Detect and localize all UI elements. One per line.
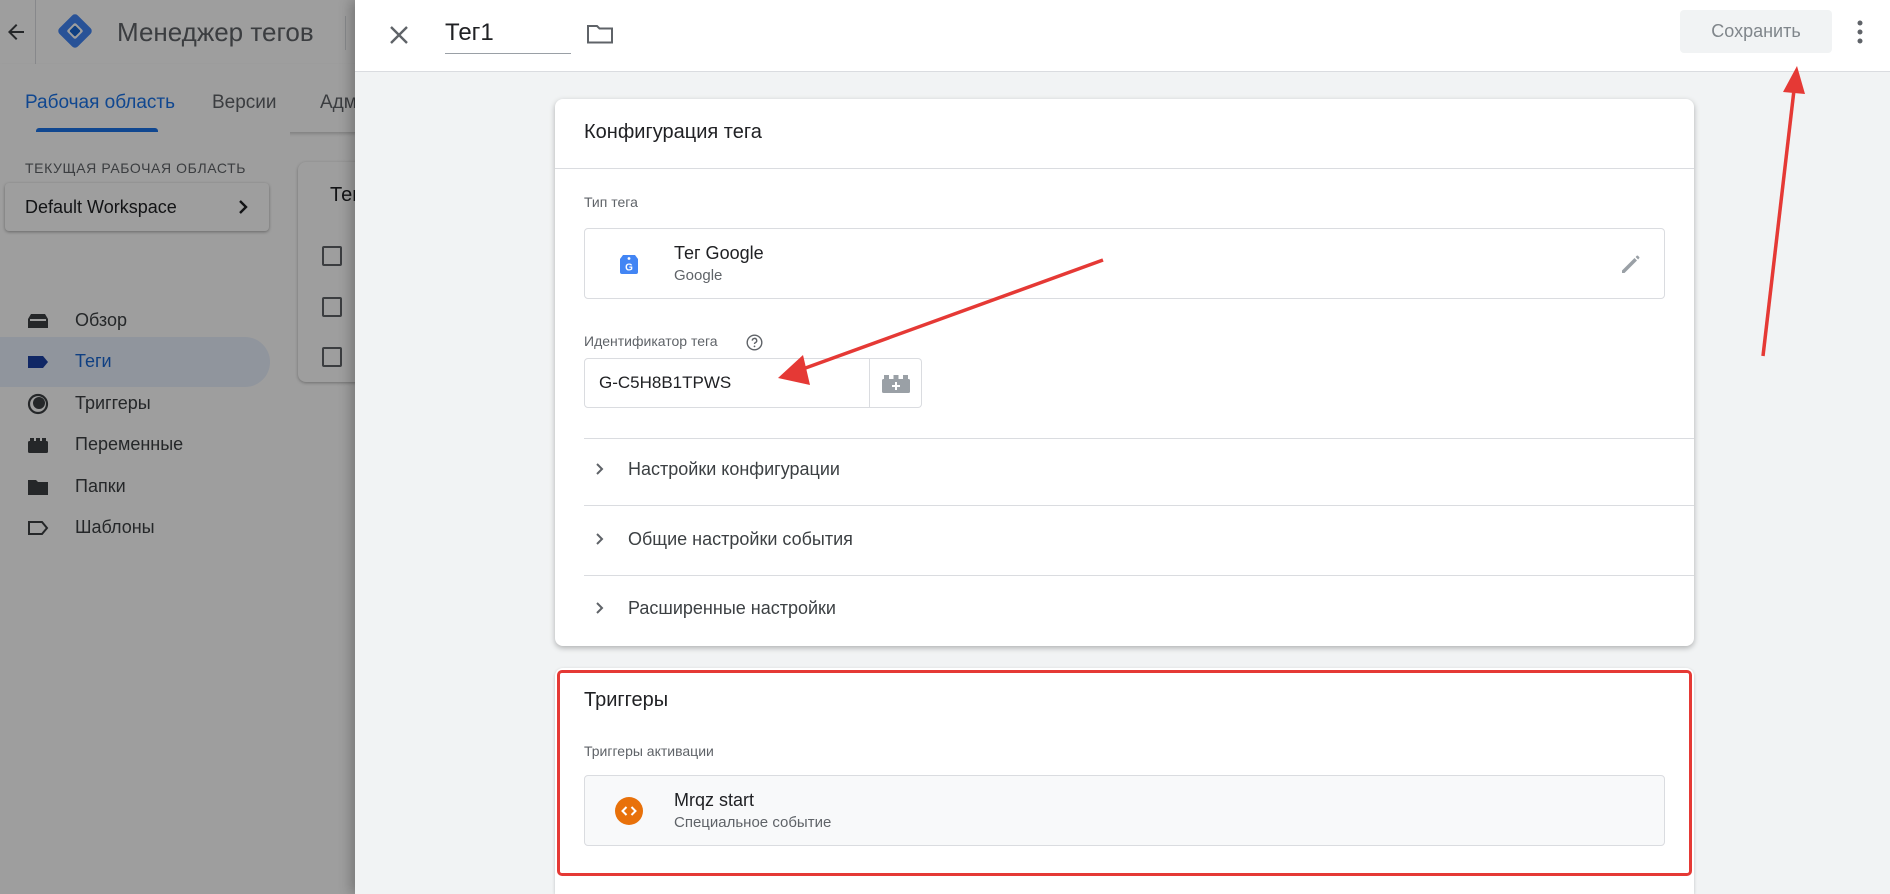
tag-editor-panel: Сохранить Конфигурация тега Тип тега G Т… [355,0,1890,894]
tag-id-label: Идентификатор тега [584,333,718,349]
tag-configuration-card: Конфигурация тега Тип тега G Тег Google … [555,99,1694,646]
triggers-card: Триггеры Триггеры активации Mrqz start С… [555,668,1694,894]
chevron-right-icon [589,598,609,618]
insert-variable-button[interactable] [870,358,922,408]
google-tag-icon: G [615,250,643,278]
folder-outline-icon[interactable] [585,19,615,49]
card-title: Конфигурация тега [584,121,762,143]
close-icon[interactable] [383,19,415,51]
tag-id-input[interactable] [584,358,870,408]
section-advanced-settings[interactable]: Расширенные настройки [584,584,1665,634]
edit-pencil-icon[interactable] [1618,251,1644,277]
tag-type-name: Тег Google [674,243,764,263]
divider [584,575,1694,576]
variable-block-icon [882,375,910,393]
trigger-name: Mrqz start [674,790,755,810]
section-event-settings[interactable]: Общие настройки события [584,515,1665,565]
tag-type-label: Тип тега [584,194,638,210]
section-label: Расширенные настройки [628,598,836,618]
help-icon[interactable] [746,334,763,351]
more-vert-icon[interactable] [1850,18,1870,46]
save-button[interactable]: Сохранить [1680,10,1832,53]
trigger-type: Специальное событие [674,814,832,831]
divider [555,168,1694,169]
tag-type-vendor: Google [674,267,723,284]
editor-header: Сохранить [355,0,1890,72]
chevron-right-icon [589,459,609,479]
card-title: Триггеры [584,689,669,711]
chevron-right-icon [589,529,609,549]
tag-name-input[interactable] [445,14,565,47]
section-label: Настройки конфигурации [628,459,840,479]
custom-event-icon [615,797,643,825]
firing-triggers-label: Триггеры активации [584,743,714,759]
divider [584,505,1694,506]
section-configuration-settings[interactable]: Настройки конфигурации [584,445,1665,495]
tag-type-selector[interactable]: G Тег Google Google [584,228,1665,299]
trigger-item[interactable]: Mrqz start Специальное событие [584,775,1665,846]
tag-name-field [445,14,571,54]
svg-text:G: G [625,263,633,274]
divider [584,438,1694,439]
section-label: Общие настройки события [628,529,853,549]
